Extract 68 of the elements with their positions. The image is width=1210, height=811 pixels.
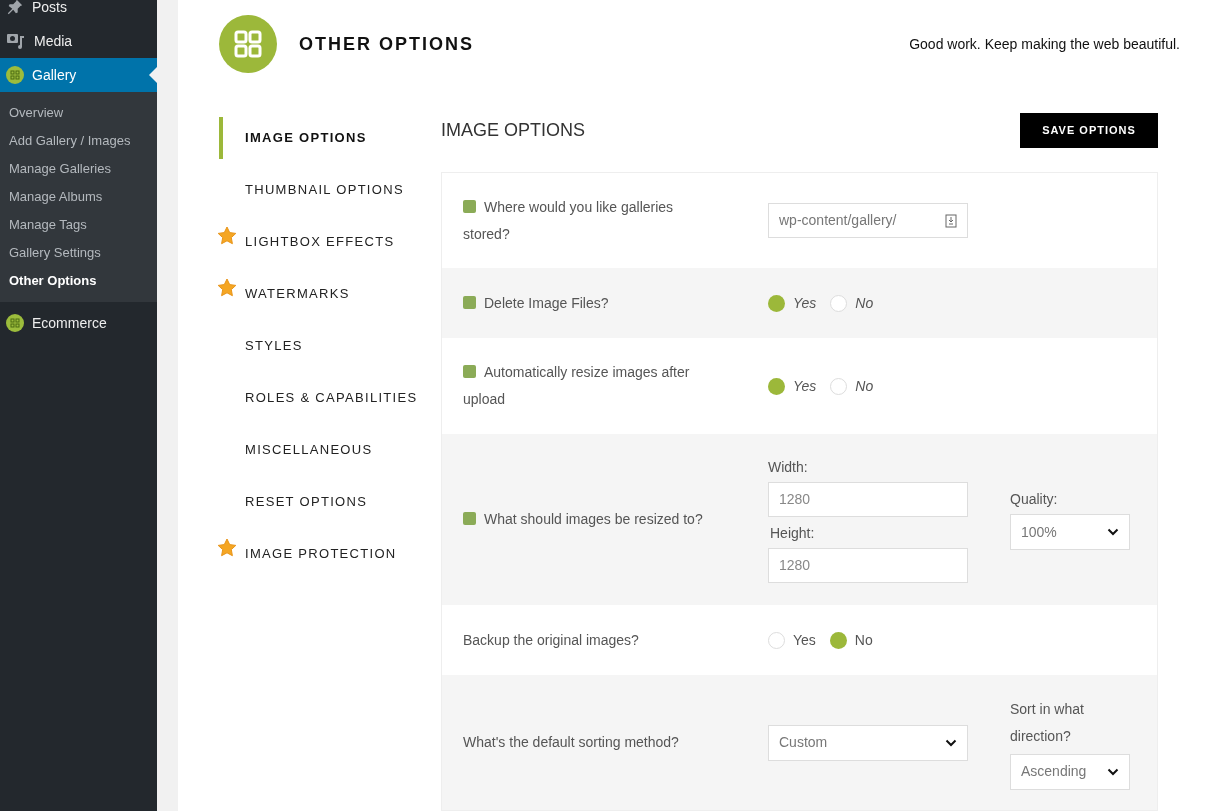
radio-label: No: [855, 293, 874, 313]
star-icon: [217, 226, 237, 245]
radio-button[interactable]: [830, 294, 848, 312]
options-tab[interactable]: RESET OPTIONS: [219, 481, 368, 523]
options-tab[interactable]: STYLES: [219, 325, 303, 367]
chevron-down-icon: [945, 738, 957, 747]
quality-dropdown[interactable]: 100%: [1010, 514, 1130, 550]
setting-label: Delete Image Files?: [463, 289, 708, 317]
radio-button[interactable]: [768, 631, 785, 649]
chevron-down-icon: [1107, 767, 1119, 776]
admin-menu-item[interactable]: Ecommerce: [0, 306, 157, 340]
options-tab[interactable]: MISCELLANEOUS: [219, 429, 373, 471]
radio-button[interactable]: [768, 377, 785, 395]
info-icon: [463, 199, 476, 213]
radio-button[interactable]: [829, 631, 847, 649]
document-icon: [945, 213, 957, 228]
grid-logo-icon: [219, 15, 277, 73]
info-icon: [463, 365, 476, 378]
star-icon: [217, 278, 237, 297]
submenu-item[interactable]: Other Options: [0, 267, 157, 295]
field-label: Sort in what direction?: [1010, 699, 1085, 746]
submenu-item[interactable]: Manage Tags: [0, 211, 157, 239]
sort-direction-dropdown[interactable]: Ascending: [1010, 753, 1130, 790]
options-tab[interactable]: ROLES & CAPABILITIES: [219, 377, 418, 419]
setting-label: Backup the original images?: [463, 630, 640, 650]
camera-music-icon: [6, 32, 26, 50]
pushpin-icon: [6, 0, 24, 16]
width-field[interactable]: 1280: [768, 481, 968, 517]
field-label: Width:: [768, 457, 809, 477]
options-tab[interactable]: IMAGE PROTECTION: [219, 533, 397, 575]
radio-label: No: [854, 630, 873, 650]
grid-circle-icon: [6, 66, 24, 84]
submenu-item[interactable]: Manage Albums: [0, 183, 157, 211]
save-options-button[interactable]: SAVE OPTIONS: [1020, 112, 1158, 148]
info-icon: [463, 295, 476, 309]
chevron-down-icon: [1107, 528, 1119, 536]
radio-button[interactable]: [830, 377, 848, 395]
text-field[interactable]: wp-content/gallery/: [768, 203, 968, 238]
field-label: Height:: [770, 523, 816, 543]
setting-label: Where would you like galleries stored?: [463, 197, 675, 244]
radio-label: Yes: [793, 293, 817, 313]
page-title: OTHER OPTIONS: [299, 32, 474, 56]
grid-circle-icon: [6, 314, 24, 332]
setting-label: What should images be resized to?: [463, 506, 708, 533]
admin-menu-item[interactable]: Gallery: [0, 58, 157, 92]
info-icon: [463, 512, 476, 525]
radio-label: Yes: [793, 630, 816, 650]
radio-label: No: [855, 376, 874, 396]
admin-menu-item[interactable]: Posts: [0, 0, 157, 24]
options-tab[interactable]: WATERMARKS: [219, 273, 350, 315]
options-tab[interactable]: LIGHTBOX EFFECTS: [219, 221, 395, 263]
setting-label: What's the default sorting method?: [463, 733, 680, 752]
setting-label: Automatically resize images after upload: [463, 363, 691, 409]
star-icon: [217, 538, 237, 557]
submenu-item[interactable]: Overview: [0, 99, 157, 127]
sort-method-dropdown[interactable]: Custom: [768, 724, 968, 761]
height-field[interactable]: 1280: [768, 547, 968, 583]
field-label: Quality:: [1010, 490, 1059, 509]
radio-button[interactable]: [768, 294, 785, 312]
admin-menu-item[interactable]: Media: [0, 24, 157, 58]
submenu-item[interactable]: Gallery Settings: [0, 239, 157, 267]
options-tab[interactable]: IMAGE OPTIONS: [219, 117, 367, 159]
radio-label: Yes: [793, 376, 817, 396]
tagline: Good work. Keep making the web beautiful.: [909, 34, 1180, 54]
submenu-item[interactable]: Add Gallery / Images: [0, 127, 157, 155]
section-title: IMAGE OPTIONS: [441, 118, 586, 142]
submenu-item[interactable]: Manage Galleries: [0, 155, 157, 183]
options-tab[interactable]: THUMBNAIL OPTIONS: [219, 169, 404, 211]
